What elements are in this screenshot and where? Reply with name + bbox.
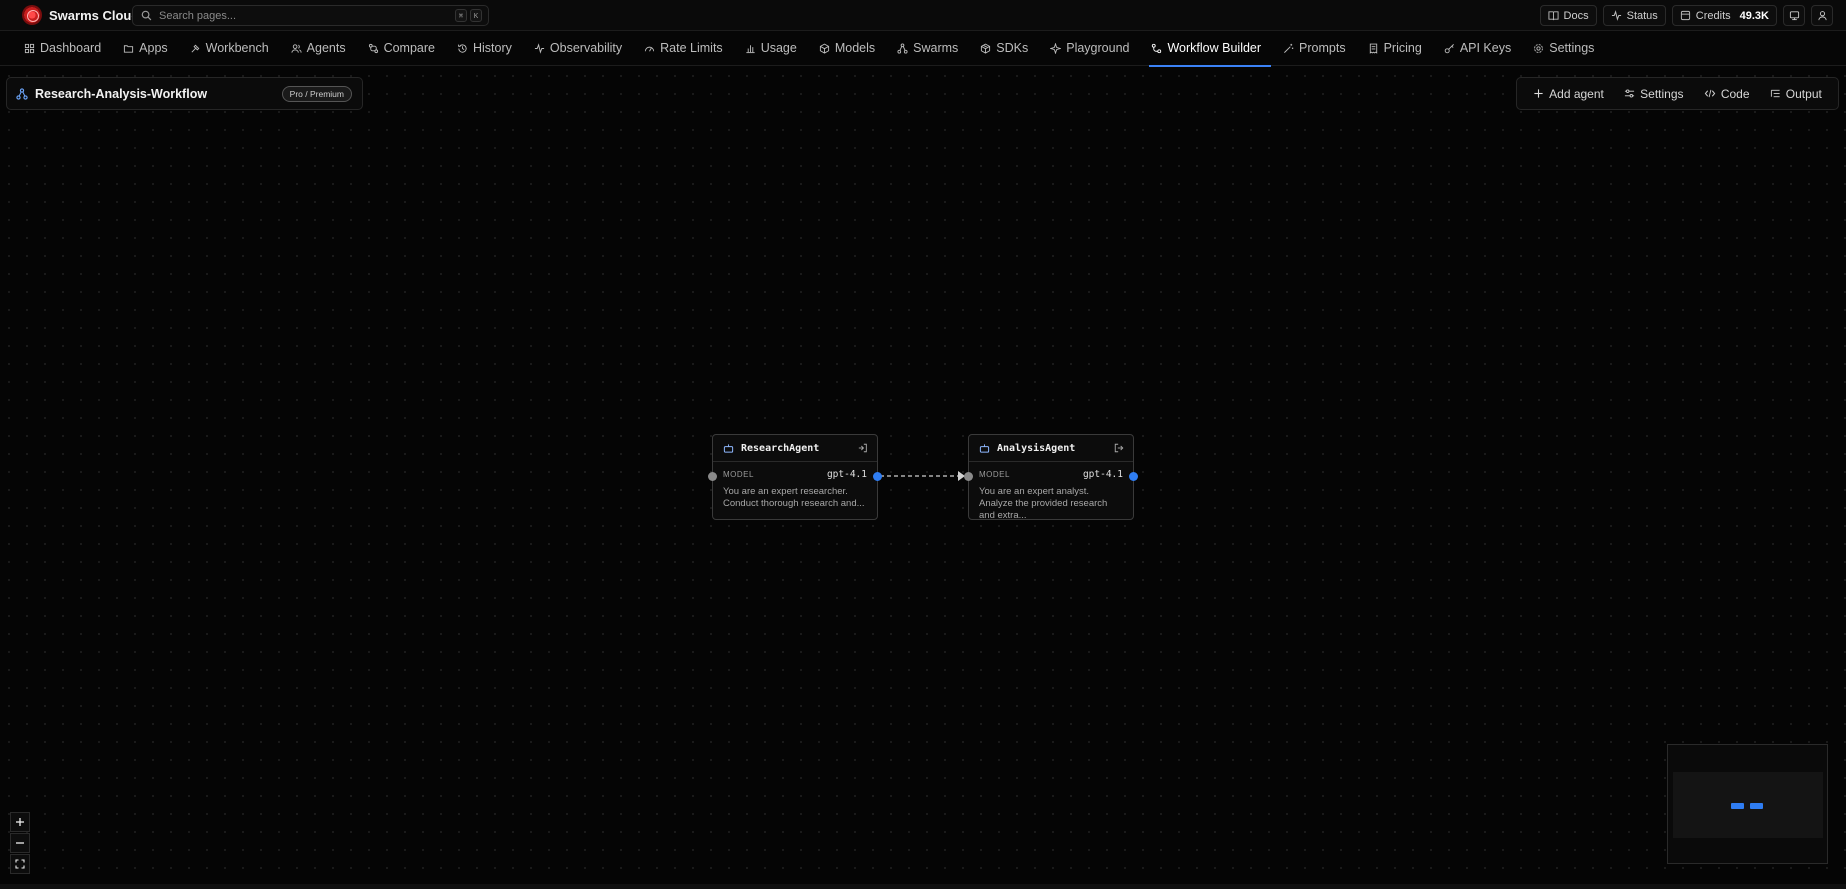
minimap[interactable] [1667,744,1828,864]
bottom-border [0,884,1846,889]
zoom-out-button[interactable] [10,833,30,853]
output-icon[interactable] [1114,443,1124,453]
zoom-in-button[interactable] [10,812,30,832]
fit-view-button[interactable] [10,854,30,874]
model-label: MODEL [979,470,1010,479]
model-value: gpt-4.1 [826,469,867,480]
minimap-viewport[interactable] [1673,772,1823,838]
bot-icon [723,443,734,453]
input-handle[interactable] [964,472,973,481]
minus-icon [16,842,24,844]
minimap-node [1731,803,1744,809]
agent-name: ResearchAgent [741,442,820,454]
agent-node-research[interactable]: ResearchAgent MODEL gpt-4.1 You are an e… [708,434,882,520]
model-label: MODEL [723,470,754,479]
output-handle[interactable] [873,472,882,481]
bot-icon [979,443,990,453]
input-icon[interactable] [858,443,868,453]
agent-description: You are an expert analyst. Analyze the p… [979,486,1108,521]
agent-name: AnalysisAgent [997,442,1076,454]
minimap-node [1750,803,1763,809]
fit-view-icon [15,859,25,869]
output-handle[interactable] [1129,472,1138,481]
agent-node-analysis[interactable]: AnalysisAgent MODEL gpt-4.1 You are an e… [964,434,1138,521]
model-value: gpt-4.1 [1082,469,1123,480]
agent-description: You are an expert researcher. Conduct th… [723,486,865,509]
zoom-controls [10,812,30,874]
input-handle[interactable] [708,472,717,481]
plus-icon [16,818,24,826]
workflow-edge-layer [880,471,965,481]
